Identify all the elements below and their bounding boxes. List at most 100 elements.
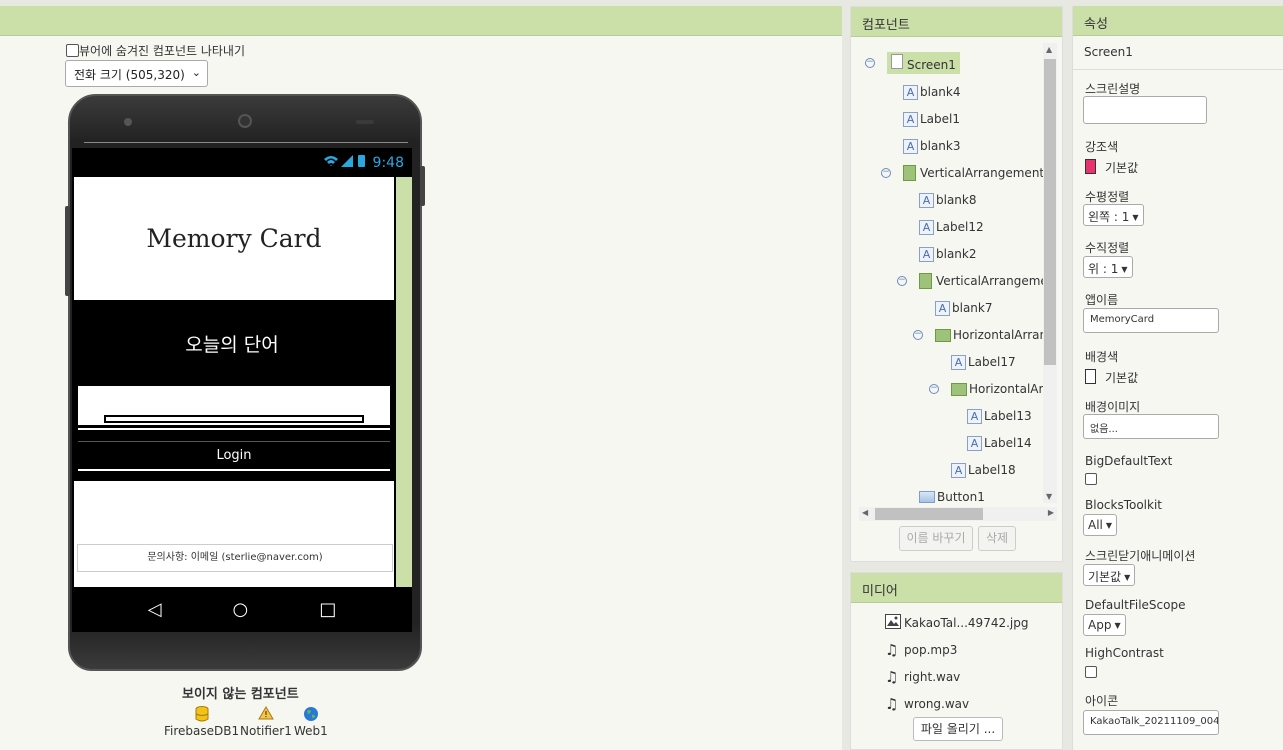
tree-vertical-scrollbar[interactable]: ▲ ▼ (1043, 43, 1057, 503)
close-animation-dropdown[interactable]: 기본값 ▼ (1083, 564, 1136, 586)
tree-item[interactable]: Ablank2 (919, 243, 977, 265)
blocks-toolkit-dropdown[interactable]: All ▼ (1083, 514, 1118, 536)
tree-item[interactable]: Ablank7 (935, 297, 993, 319)
scroll-down-icon[interactable]: ▼ (1046, 492, 1052, 501)
horizontal-arrangement (78, 413, 390, 425)
tree-item[interactable]: − HorizontalArrang (913, 324, 1043, 346)
label-icon: A (903, 138, 918, 154)
tree-item[interactable]: A Label13 (967, 405, 1032, 427)
dropdown-arrow-icon: ▼ (1114, 621, 1121, 630)
tree-item[interactable]: Ablank3 (903, 135, 961, 157)
tree-item[interactable]: Button1 (919, 486, 985, 503)
scroll-right-icon[interactable]: ▶ (1048, 508, 1054, 517)
tree-item[interactable]: A Label14 (967, 432, 1032, 454)
collapse-icon[interactable]: − (865, 58, 875, 68)
tree-item-label: Label14 (984, 436, 1032, 450)
media-file-name: KakaoTal...49742.jpg (904, 616, 1029, 630)
phone-size-value: 전화 크기 (505,320) (74, 68, 185, 82)
dropdown-value: All (1088, 518, 1103, 532)
dropdown-value: 왼쪽 : 1 (1088, 210, 1130, 224)
tree-item-label: HorizontalArr (969, 382, 1043, 396)
app-title: Memory Card (146, 224, 322, 253)
label-icon: A (919, 219, 934, 235)
accent-color-swatch[interactable] (1085, 159, 1096, 174)
collapse-icon[interactable]: − (897, 276, 907, 286)
tree-item[interactable]: − HorizontalArr (929, 378, 1043, 400)
media-file[interactable]: KakaoTal...49742.jpg (885, 613, 1028, 633)
media-file[interactable]: ♫ pop.mp3 (885, 640, 957, 660)
upload-file-button[interactable]: 파일 올리기 ... (913, 717, 1003, 741)
icon-input[interactable]: KakaoTalk_20211109_0047 (1083, 710, 1219, 735)
background-color-swatch[interactable] (1085, 369, 1096, 384)
back-icon[interactable]: ◁ (148, 599, 162, 620)
vertical-align-label: 수직정렬 (1085, 241, 1130, 255)
tree-item[interactable]: − VerticalArrangemer (897, 270, 1043, 292)
app-name-input[interactable]: MemoryCard (1083, 308, 1219, 333)
tree-item[interactable]: Ablank8 (919, 189, 977, 211)
media-file[interactable]: ♫ right.wav (885, 667, 960, 687)
vertical-align-dropdown[interactable]: 위 : 1 ▼ (1083, 256, 1133, 278)
tree-item[interactable]: − VerticalArrangement2 (881, 162, 1043, 184)
label-box (106, 417, 362, 421)
app-scrollbar[interactable] (396, 177, 412, 587)
scroll-thumb[interactable] (875, 508, 983, 520)
tree-item-label: VerticalArrangement2 (920, 166, 1043, 180)
horizontal-align-dropdown[interactable]: 왼쪽 : 1 ▼ (1083, 204, 1144, 226)
component-name: Web1 (294, 724, 328, 738)
phone-divider (84, 142, 408, 143)
tree-item-label: Label18 (968, 463, 1016, 477)
media-file-name: wrong.wav (904, 697, 970, 711)
tree-item-label: blank2 (936, 247, 977, 261)
tree-item-label: Label17 (968, 355, 1016, 369)
screen-description-input[interactable] (1083, 96, 1207, 124)
checkbox[interactable] (66, 44, 79, 57)
label-icon: A (903, 84, 918, 100)
default-file-scope-label: DefaultFileScope (1085, 598, 1186, 612)
tree-item-screen1[interactable]: − Screen1 (865, 52, 960, 74)
phone-screen: 9:48 Memory Card 오늘의 단어 Login 문의사항: 이메일 … (72, 148, 412, 632)
today-word-label: 오늘의 단어 (185, 334, 279, 356)
scroll-thumb[interactable] (1044, 59, 1056, 365)
rename-button[interactable]: 이름 바꾸기 (899, 526, 973, 551)
label-icon: A (919, 246, 934, 262)
background-color-value[interactable]: 기본값 (1105, 369, 1138, 386)
default-file-scope-dropdown[interactable]: App ▼ (1083, 614, 1126, 636)
delete-button[interactable]: 삭제 (978, 526, 1016, 551)
tree-item[interactable]: A Label17 (951, 351, 1016, 373)
background-image-input[interactable]: 없음... (1083, 414, 1219, 439)
home-icon[interactable]: ○ (233, 599, 249, 620)
collapse-icon[interactable]: − (913, 330, 923, 340)
nonvisible-component-notifier[interactable]: Notifier1 (240, 706, 292, 738)
vertical-arrangement: 오늘의 단어 Login (74, 300, 394, 481)
scroll-left-icon[interactable]: ◀ (862, 508, 868, 517)
login-button[interactable]: Login (78, 441, 390, 469)
recent-apps-icon[interactable]: □ (319, 599, 336, 620)
word-display-box (78, 386, 390, 413)
phone-sensor (356, 120, 374, 124)
tree-item[interactable]: A Label12 (919, 216, 984, 238)
tree-item[interactable]: A Label1 (903, 108, 960, 130)
tree-item[interactable]: Ablank4 (903, 81, 961, 103)
media-file[interactable]: ♫ wrong.wav (885, 694, 969, 714)
collapse-icon[interactable]: − (881, 168, 891, 178)
tree-item-label: blank3 (920, 139, 961, 153)
divider (78, 428, 390, 430)
components-header: 컴포넌트 (851, 7, 1062, 37)
label-icon: A (967, 435, 982, 451)
high-contrast-checkbox[interactable] (1085, 666, 1097, 678)
phone-size-select[interactable]: 전화 크기 (505,320) ⌄ (65, 60, 208, 87)
tree-item-label: Label12 (936, 220, 984, 234)
scroll-up-icon[interactable]: ▲ (1046, 45, 1052, 54)
tree-item[interactable]: A Label18 (951, 459, 1016, 481)
accent-color-value[interactable]: 기본값 (1105, 159, 1138, 176)
nonvisible-component-firebase[interactable]: FirebaseDB1 (164, 706, 239, 738)
show-hidden-components-checkbox[interactable]: 뷰어에 숨겨진 컴포넌트 나타내기 (66, 42, 245, 59)
button-icon (919, 491, 935, 503)
label-icon: A (967, 408, 982, 424)
collapse-icon[interactable]: − (929, 384, 939, 394)
big-default-text-label: BigDefaultText (1085, 454, 1173, 468)
big-default-text-checkbox[interactable] (1085, 473, 1097, 485)
tree-horizontal-scrollbar[interactable]: ◀ ▶ (859, 507, 1057, 521)
dropdown-arrow-icon: ▼ (1105, 521, 1113, 530)
nonvisible-component-web[interactable]: Web1 (294, 706, 328, 738)
